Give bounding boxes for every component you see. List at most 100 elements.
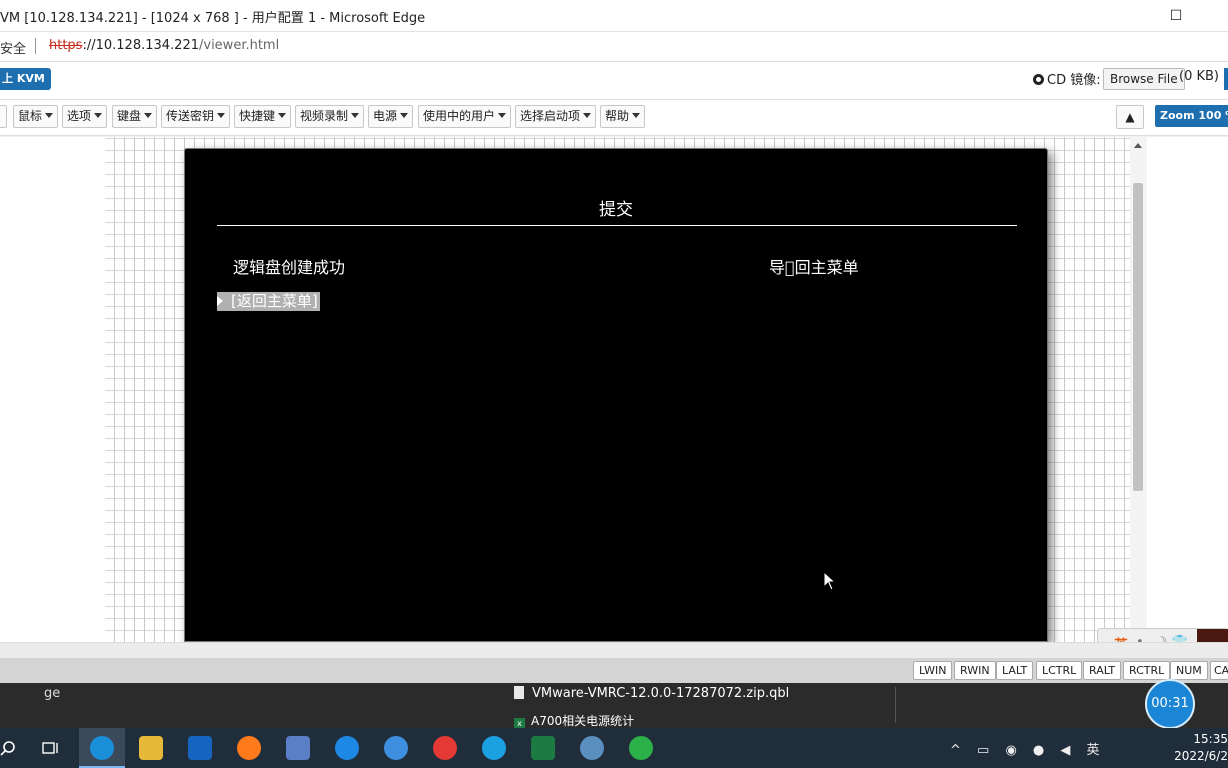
return-main-menu-item[interactable]: [返回主菜单]	[217, 292, 320, 311]
menu-video-record[interactable]: 视频录制	[295, 105, 365, 128]
remote-help-text: 导 回主菜单	[769, 258, 859, 277]
key-rwin[interactable]: RWIN	[954, 661, 996, 680]
download-filename: VMware-VMRC-12.0.0-17287072.zip.qbl	[532, 686, 790, 701]
disc-icon	[1033, 74, 1044, 85]
menu-power[interactable]: 电源	[368, 105, 414, 128]
clock-date: 2022/6/2	[1174, 749, 1228, 763]
kvm-viewer: 提交 逻辑盘创建成功 导 回主菜单 [返回主菜单]	[0, 137, 1228, 642]
search-icon[interactable]	[0, 740, 16, 756]
address-bar[interactable]: 安全 https://10.128.134.221/viewer.html	[0, 32, 1228, 62]
menu-keyboard[interactable]: 键盘	[112, 105, 158, 128]
file-size: (0 KB)	[1179, 69, 1219, 84]
key-status-bar: LWIN RWIN LALT LCTRL RALT RCTRL NUM CA	[0, 658, 1228, 683]
menu-active-users[interactable]: 使用中的用户	[418, 105, 512, 128]
chevron-down-icon	[144, 113, 153, 118]
key-lctrl[interactable]: LCTRL	[1036, 661, 1083, 680]
mouse-cursor-icon	[823, 571, 837, 591]
menu-label: 帮助	[605, 109, 630, 123]
recording-timer[interactable]: 00:31	[1145, 679, 1195, 729]
outlook-icon[interactable]	[188, 736, 212, 760]
title-divider	[217, 225, 1017, 226]
kvm-header: 上 KVM CD 镜像: Browse File (0 KB)	[0, 62, 1228, 100]
clock-time: 15:35	[1193, 732, 1228, 746]
menu-label: 传送密钥	[166, 109, 215, 123]
download-filename: A700相关电源统计	[531, 714, 635, 728]
menu-send-keys[interactable]: 传送密钥	[161, 105, 231, 128]
chevron-down-icon	[217, 113, 226, 118]
clock[interactable]: 15:35 2022/6/2	[1172, 731, 1228, 765]
skype-icon[interactable]	[482, 736, 506, 760]
security-label[interactable]: 安全	[0, 38, 26, 57]
window-title: VM [10.128.134.221] - [1024 x 768 ] - 用户…	[0, 11, 426, 26]
chevron-down-icon	[400, 113, 409, 118]
globe-icon[interactable]	[580, 736, 604, 760]
edge-icon[interactable]	[90, 736, 114, 760]
chrome-icon[interactable]	[433, 736, 457, 760]
search-app-icon[interactable]	[335, 736, 359, 760]
cd-image-label: CD 镜像:	[1033, 69, 1101, 88]
key-ralt[interactable]: RALT	[1083, 661, 1122, 680]
menu-label: 鼠标	[18, 109, 43, 123]
menu-options[interactable]: 选项	[62, 105, 108, 128]
chevron-down-icon	[278, 113, 287, 118]
warning-icon: ▲	[1125, 110, 1135, 124]
remote-screen[interactable]: 提交 逻辑盘创建成功 导 回主菜单 [返回主菜单]	[184, 148, 1048, 642]
url-path: /viewer.html	[199, 38, 280, 53]
file-icon	[514, 686, 524, 699]
divider	[895, 687, 896, 723]
excel-icon[interactable]	[531, 736, 555, 760]
download-item[interactable]: x A700相关电源统计	[514, 712, 634, 729]
chevron-down-icon	[583, 113, 592, 118]
cd-label-text: CD 镜像:	[1047, 73, 1101, 88]
menu-label: 选项	[67, 109, 92, 123]
download-left-item[interactable]: ge	[44, 686, 60, 701]
browser-title-bar: VM [10.128.134.221] - [1024 x 768 ] - 用户…	[0, 0, 1228, 32]
network-tool-icon[interactable]	[286, 736, 310, 760]
menu-label: 电源	[373, 109, 398, 123]
menu-item-label: [返回主菜单]	[231, 292, 318, 310]
firefox-icon[interactable]	[237, 736, 261, 760]
remote-title: 提交	[599, 200, 633, 220]
menu-boot-option[interactable]: 选择启动项	[515, 105, 597, 128]
horizontal-scrollbar[interactable]	[0, 642, 1228, 658]
kvm-badge: 上 KVM	[0, 68, 51, 90]
menu-label: 选择启动项	[520, 109, 581, 123]
connect-button-edge[interactable]	[1224, 68, 1228, 90]
system-tray[interactable]: ^ ▭ ◉ ● ◀ 英	[950, 739, 1106, 758]
chevron-down-icon	[45, 113, 54, 118]
download-item[interactable]: VMware-VMRC-12.0.0-17287072.zip.qbl	[514, 686, 789, 701]
menu-help[interactable]: 帮助	[600, 105, 646, 128]
kvm-toolbar: 鼠标 选项 键盘 传送密钥 快捷键 视频录制 电源 使用中的用户 选择启动项 帮…	[0, 100, 1228, 136]
chevron-down-icon	[498, 113, 507, 118]
zoom-button[interactable]: Zoom 100 %	[1155, 105, 1228, 127]
vertical-scrollbar[interactable]	[1130, 137, 1147, 642]
maximize-button[interactable]: ☐	[1161, 4, 1191, 28]
menu-label: 视频录制	[300, 109, 349, 123]
download-bar: ge VMware-VMRC-12.0.0-17287072.zip.qbl x…	[0, 683, 1228, 729]
triangle-right-icon	[217, 296, 223, 306]
music-app-icon[interactable]	[384, 736, 408, 760]
key-num[interactable]: NUM	[1170, 661, 1208, 680]
chevron-down-icon	[351, 113, 360, 118]
browse-file-button[interactable]: Browse File	[1103, 68, 1185, 90]
scroll-up-icon[interactable]	[1134, 143, 1142, 148]
file-explorer-icon[interactable]	[139, 736, 163, 760]
url-protocol: https	[49, 38, 83, 53]
wechat-icon[interactable]	[629, 736, 653, 760]
chevron-down-icon	[632, 113, 641, 118]
menu-prev-edge[interactable]	[0, 105, 7, 128]
menu-hotkeys[interactable]: 快捷键	[234, 105, 292, 128]
scroll-thumb[interactable]	[1133, 183, 1143, 491]
key-lalt[interactable]: LALT	[996, 661, 1034, 680]
menu-label: 键盘	[117, 109, 142, 123]
warning-button[interactable]: ▲	[1116, 105, 1144, 129]
key-caps[interactable]: CA	[1210, 661, 1228, 680]
menu-label: 使用中的用户	[423, 109, 496, 123]
key-rctrl[interactable]: RCTRL	[1123, 661, 1171, 680]
key-lwin[interactable]: LWIN	[913, 661, 953, 680]
chevron-down-icon	[94, 113, 103, 118]
url-text[interactable]: https://10.128.134.221/viewer.html	[49, 38, 279, 53]
remote-message: 逻辑盘创建成功	[233, 258, 346, 277]
task-view-icon[interactable]	[42, 740, 60, 756]
menu-mouse[interactable]: 鼠标	[13, 105, 59, 128]
